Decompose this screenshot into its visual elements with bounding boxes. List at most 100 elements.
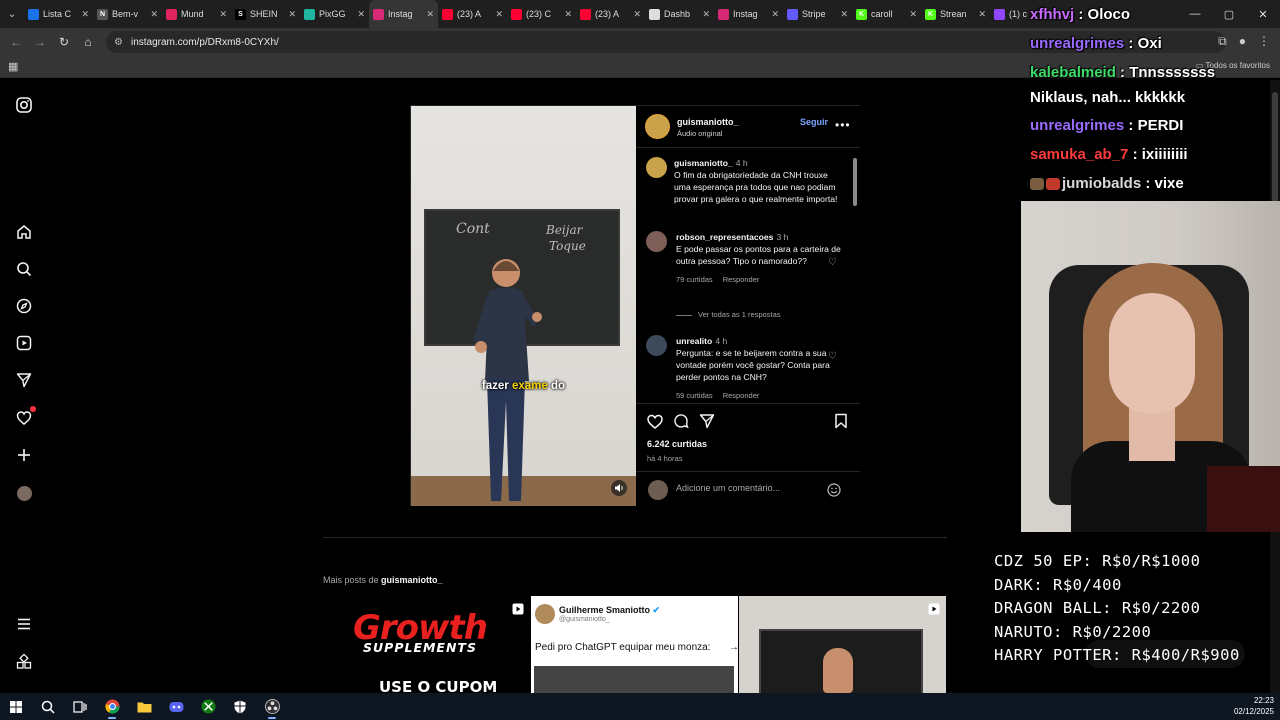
reel-video[interactable]: Cont Beijar Toque fazer exame do — [411, 106, 636, 506]
tab-close-icon[interactable]: ✕ — [426, 9, 434, 20]
maximize-icon[interactable]: ▢ — [1212, 0, 1246, 28]
profile-icon[interactable]: ● — [1239, 34, 1246, 49]
notifications-heart-icon[interactable] — [14, 406, 36, 428]
mute-toggle-button[interactable] — [611, 480, 627, 496]
comment-like-heart-icon[interactable]: ♡ — [828, 351, 837, 362]
close-window-icon[interactable]: ✕ — [1246, 0, 1280, 28]
emoji-picker-icon[interactable] — [827, 483, 841, 502]
browser-tab[interactable]: S SHEIN ✕ — [231, 0, 300, 28]
chrome-taskbar-icon[interactable] — [96, 693, 128, 720]
browser-tab[interactable]: Instag ✕ — [714, 0, 783, 28]
xbox-icon[interactable] — [192, 693, 224, 720]
comment-username[interactable]: robson_representacoes — [676, 232, 773, 242]
back-icon[interactable]: ← — [4, 35, 28, 49]
home-nav-icon[interactable] — [14, 222, 34, 242]
tab-close-icon[interactable]: ✕ — [633, 9, 641, 20]
discord-icon[interactable] — [160, 693, 192, 720]
task-view-icon[interactable] — [64, 693, 96, 720]
more-options-icon[interactable]: ••• — [835, 118, 851, 132]
browser-tab[interactable]: Kcaroll ✕ — [852, 0, 921, 28]
tab-close-icon[interactable]: ✕ — [702, 9, 710, 20]
browser-tab[interactable]: Instag ✕ — [369, 0, 438, 28]
menu-icon[interactable]: ⋮ — [1258, 34, 1270, 49]
reply-button[interactable]: Responder — [723, 275, 760, 284]
browser-tab[interactable]: N Bem-v ✕ — [93, 0, 162, 28]
tab-search-icon[interactable]: ⌄ — [0, 0, 24, 28]
post-timestamp: há 4 horas — [647, 454, 683, 463]
follow-button[interactable]: Seguir — [800, 117, 828, 127]
more-post-thumbnail[interactable] — [739, 596, 946, 693]
security-shield-icon[interactable] — [224, 693, 256, 720]
browser-tab[interactable]: Stripe ✕ — [783, 0, 852, 28]
more-posts-username[interactable]: guismaniotto_ — [381, 575, 443, 585]
browser-tab[interactable]: Dashb ✕ — [645, 0, 714, 28]
obs-icon[interactable] — [256, 693, 288, 720]
messages-icon[interactable] — [14, 370, 34, 390]
comment-avatar[interactable] — [646, 335, 667, 356]
audio-label[interactable]: Áudio original — [677, 129, 722, 138]
instagram-logo-icon[interactable] — [14, 95, 34, 115]
more-menu-icon[interactable] — [14, 614, 34, 634]
taskbar-search-icon[interactable] — [32, 693, 64, 720]
browser-tab[interactable]: PixGG ✕ — [300, 0, 369, 28]
comment-like-heart-icon[interactable]: ♡ — [828, 257, 837, 268]
search-icon[interactable] — [14, 259, 34, 279]
share-icon[interactable] — [698, 412, 716, 430]
tab-close-icon[interactable]: ✕ — [840, 9, 848, 20]
tab-close-icon[interactable]: ✕ — [81, 9, 89, 20]
tab-close-icon[interactable]: ✕ — [150, 9, 158, 20]
home-icon[interactable]: ⌂ — [76, 35, 100, 49]
site-info-icon[interactable]: ⚙ — [114, 37, 123, 48]
comment-icon[interactable] — [672, 412, 690, 430]
comment-username[interactable]: unrealito — [676, 336, 712, 346]
forward-icon[interactable]: → — [28, 35, 52, 49]
browser-tab[interactable]: K Strean ✕ — [921, 0, 990, 28]
webcam-overlay — [1021, 201, 1280, 532]
tab-close-icon[interactable]: ✕ — [357, 9, 365, 20]
explore-compass-icon[interactable] — [14, 296, 34, 316]
browser-tab[interactable]: (23) A ✕ — [438, 0, 507, 28]
caption-username[interactable]: guismaniotto_ — [674, 158, 733, 168]
caption-text: O fim da obrigatoriedade da CNH trouxe u… — [674, 170, 838, 204]
browser-tab[interactable]: Lista C ✕ — [24, 0, 93, 28]
tab-close-icon[interactable]: ✕ — [219, 9, 227, 20]
tab-close-icon[interactable]: ✕ — [771, 9, 779, 20]
apps-grid-icon[interactable]: ▦ — [8, 60, 18, 73]
comments-scrollbar[interactable] — [852, 152, 858, 400]
add-comment-input[interactable] — [676, 483, 816, 493]
author-username[interactable]: guismaniotto_ — [677, 117, 739, 127]
more-post-thumbnail[interactable]: Guilherme Smaniotto ✔ @guismaniotto_ Ped… — [531, 596, 738, 693]
likes-count[interactable]: 6.242 curtidas — [647, 439, 707, 449]
browser-tab[interactable]: Mund ✕ — [162, 0, 231, 28]
extensions-icon[interactable]: ⧉ — [1218, 34, 1227, 49]
reels-icon[interactable] — [14, 333, 34, 353]
view-replies-button[interactable]: Ver todas as 1 respostas — [676, 310, 781, 319]
tab-close-icon[interactable]: ✕ — [909, 9, 917, 20]
comments-scroll-thumb[interactable] — [853, 158, 857, 206]
save-bookmark-icon[interactable] — [832, 412, 850, 430]
file-explorer-icon[interactable] — [128, 693, 160, 720]
also-from-meta-icon[interactable] — [14, 652, 34, 672]
caption-avatar[interactable] — [646, 157, 667, 178]
start-button-icon[interactable] — [0, 693, 32, 720]
profile-avatar[interactable] — [14, 483, 34, 503]
tab-close-icon[interactable]: ✕ — [564, 9, 572, 20]
reload-icon[interactable]: ↻ — [52, 35, 76, 49]
tab-close-icon[interactable]: ✕ — [288, 9, 296, 20]
more-post-thumbnail[interactable]: Growth SUPPLEMENTS USE O CUPOM — [323, 596, 530, 693]
browser-tab[interactable]: (23) C ✕ — [507, 0, 576, 28]
tab-label: caroll — [871, 9, 893, 19]
tab-favicon-icon — [649, 8, 660, 20]
minimize-icon[interactable]: — — [1178, 0, 1212, 28]
comment-avatar[interactable] — [646, 231, 667, 252]
current-user-avatar — [648, 480, 668, 500]
tab-close-icon[interactable]: ✕ — [495, 9, 503, 20]
system-clock[interactable]: 22:23 02/12/2025 — [1234, 695, 1274, 717]
create-plus-icon[interactable] — [14, 445, 34, 465]
tab-close-icon[interactable]: ✕ — [978, 9, 986, 20]
browser-tab[interactable]: (23) A ✕ — [576, 0, 645, 28]
tab-favicon-icon: K — [856, 8, 867, 20]
like-heart-icon[interactable] — [646, 412, 664, 430]
author-avatar[interactable] — [645, 114, 670, 139]
reply-button[interactable]: Responder — [723, 391, 760, 400]
